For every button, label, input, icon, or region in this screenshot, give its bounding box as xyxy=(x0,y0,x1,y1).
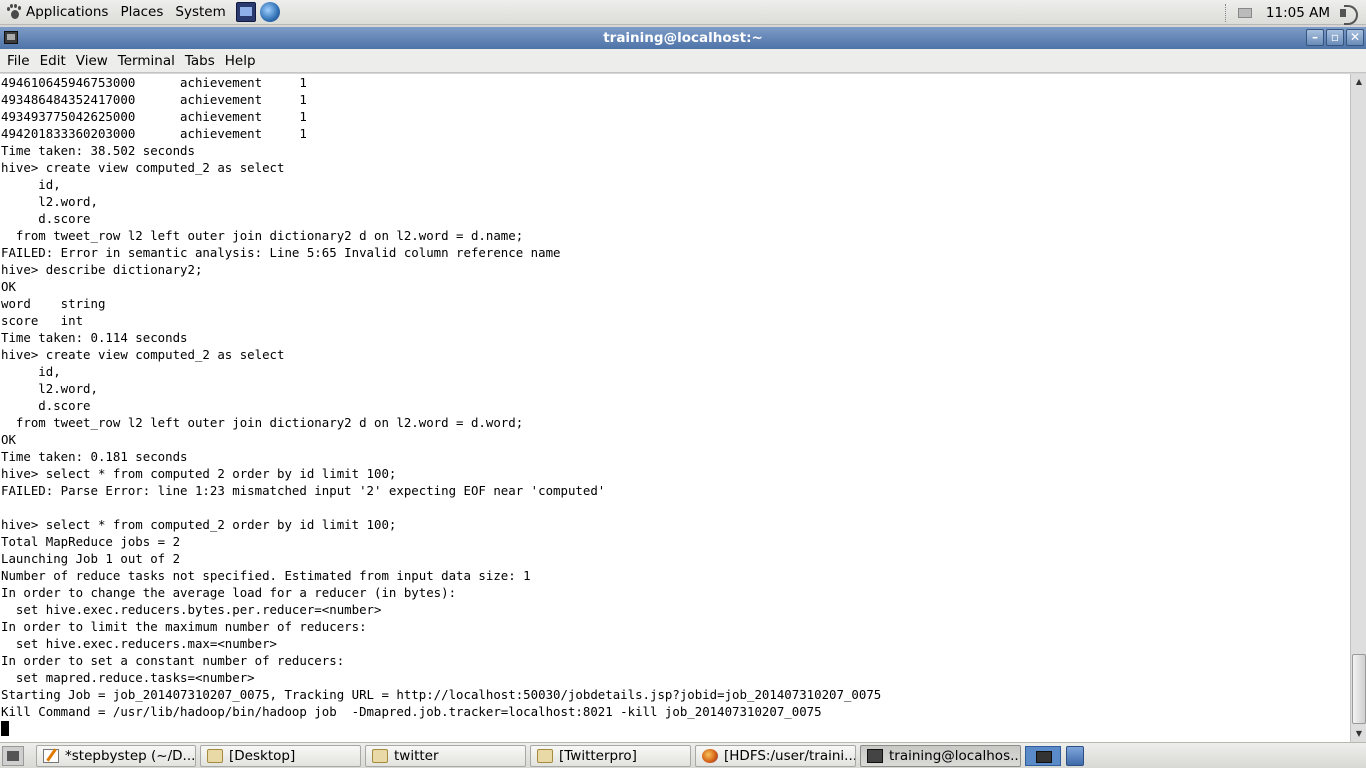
scroll-down-arrow-icon[interactable]: ▼ xyxy=(1352,727,1366,741)
terminal-line: In order to change the average load for … xyxy=(1,585,457,600)
folder-icon xyxy=(207,749,223,763)
terminal-line: Time taken: 38.502 seconds xyxy=(1,143,195,158)
scrollbar-thumb[interactable] xyxy=(1352,654,1366,724)
task-desktop[interactable]: [Desktop] xyxy=(200,745,361,767)
terminal-line: hive> select * from computed 2 order by … xyxy=(1,466,397,481)
task-label: training@localhos... xyxy=(889,748,1021,764)
system-tray: 11:05 AM xyxy=(1221,0,1366,25)
web-browser-launcher-icon[interactable] xyxy=(259,2,280,22)
menu-edit[interactable]: Edit xyxy=(35,53,71,69)
terminal-line: set hive.exec.reducers.max=<number> xyxy=(1,636,278,651)
menu-file[interactable]: File xyxy=(2,53,35,69)
scroll-up-arrow-icon[interactable]: ▲ xyxy=(1352,75,1366,89)
firefox-icon xyxy=(702,749,718,763)
task-twitterpro[interactable]: [Twitterpro] xyxy=(530,745,691,767)
task-label: [Twitterpro] xyxy=(559,748,637,764)
terminal-line: 494201833360203000 achievement 1 xyxy=(1,126,307,141)
network-icon[interactable] xyxy=(1237,7,1252,18)
volume-icon[interactable] xyxy=(1338,4,1360,25)
terminal-line: 493493775042625000 achievement 1 xyxy=(1,109,307,124)
menu-view[interactable]: View xyxy=(71,53,113,69)
terminal-cursor-line xyxy=(0,720,1350,737)
vertical-scrollbar[interactable]: ▲ ▼ xyxy=(1350,74,1366,742)
clock[interactable]: 11:05 AM xyxy=(1266,5,1330,21)
menubar: File Edit View Terminal Tabs Help xyxy=(0,49,1366,73)
terminal-line: In order to set a constant number of red… xyxy=(1,653,345,668)
menu-help[interactable]: Help xyxy=(220,53,261,69)
terminal-line: hive> describe dictionary2; xyxy=(1,262,203,277)
system-menu[interactable]: System xyxy=(169,0,231,25)
applications-menu-label: Applications xyxy=(26,4,109,20)
terminal-line: 493486484352417000 achievement 1 xyxy=(1,92,307,107)
folder-icon xyxy=(372,749,388,763)
terminal-line: hive> create view computed_2 as select xyxy=(1,347,285,362)
task-stepbystep[interactable]: *stepbystep (~/D... xyxy=(36,745,196,767)
terminal-line: from tweet_row l2 left outer join dictio… xyxy=(1,228,524,243)
terminal-line: score int xyxy=(1,313,84,328)
terminal-line: d.score xyxy=(1,211,91,226)
window-titlebar[interactable]: training@localhost:~ – ▫ ✕ xyxy=(0,27,1366,49)
terminal-line: Launching Job 1 out of 2 xyxy=(1,551,181,566)
task-label: [Desktop] xyxy=(229,748,296,764)
terminal-icon xyxy=(867,749,883,763)
terminal-line: word string xyxy=(1,296,106,311)
terminal-line: Time taken: 0.114 seconds xyxy=(1,330,188,345)
terminal-line: OK xyxy=(1,432,16,447)
system-menu-label: System xyxy=(175,4,226,20)
tray-separator xyxy=(1224,3,1226,22)
terminal-line: l2.word, xyxy=(1,194,98,209)
close-button[interactable]: ✕ xyxy=(1346,29,1364,46)
terminal-line: l2.word, xyxy=(1,381,98,396)
terminal-line: id, xyxy=(1,177,61,192)
gnome-foot-icon xyxy=(6,4,22,20)
text-editor-icon xyxy=(43,749,59,763)
terminal-line: hive> select * from computed_2 order by … xyxy=(1,517,397,532)
folder-icon xyxy=(537,749,553,763)
terminal-launcher-icon[interactable] xyxy=(235,2,256,22)
task-twitter[interactable]: twitter xyxy=(365,745,526,767)
terminal-line: id, xyxy=(1,364,61,379)
places-menu[interactable]: Places xyxy=(114,0,169,25)
workspace-switcher[interactable] xyxy=(1025,746,1061,766)
show-desktop-icon[interactable] xyxy=(2,745,24,766)
task-label: [HDFS:/user/traini... xyxy=(724,748,856,764)
terminal-line: Kill Command = /usr/lib/hadoop/bin/hadoo… xyxy=(1,704,822,719)
terminal-line: FAILED: Parse Error: line 1:23 mismatche… xyxy=(1,483,606,498)
places-menu-label: Places xyxy=(120,4,164,20)
terminal-line: Total MapReduce jobs = 2 xyxy=(1,534,181,549)
terminal-line: set mapred.reduce.tasks=<number> xyxy=(1,670,255,685)
terminal-line: set hive.exec.reducers.bytes.per.reducer… xyxy=(1,602,382,617)
task-terminal[interactable]: training@localhos... xyxy=(860,745,1021,767)
menu-tabs[interactable]: Tabs xyxy=(180,53,220,69)
applications-menu[interactable]: Applications xyxy=(0,0,114,25)
terminal-line: Starting Job = job_201407310207_0075, Tr… xyxy=(1,687,882,702)
terminal-line: Number of reduce tasks not specified. Es… xyxy=(1,568,531,583)
terminal-line: from tweet_row l2 left outer join dictio… xyxy=(1,415,524,430)
terminal-line: OK xyxy=(1,279,16,294)
terminal-output[interactable]: 494610645946753000 achievement 1 4934864… xyxy=(0,74,1350,742)
terminal-line: FAILED: Error in semantic analysis: Line… xyxy=(1,245,561,260)
terminal-line: 494610645946753000 achievement 1 xyxy=(1,75,307,90)
minimize-button[interactable]: – xyxy=(1306,29,1324,46)
task-hdfs-browser[interactable]: [HDFS:/user/traini... xyxy=(695,745,856,767)
trash-icon[interactable] xyxy=(1066,746,1084,766)
task-label: twitter xyxy=(394,748,439,764)
menu-terminal[interactable]: Terminal xyxy=(113,53,180,69)
window-title: training@localhost:~ xyxy=(603,30,763,46)
window-menu-icon[interactable] xyxy=(4,31,18,44)
terminal-line: hive> create view computed_2 as select xyxy=(1,160,285,175)
terminal-line: Time taken: 0.181 seconds xyxy=(1,449,188,464)
maximize-button[interactable]: ▫ xyxy=(1326,29,1344,46)
terminal-cursor xyxy=(1,721,9,736)
top-panel: Applications Places System 11:05 AM xyxy=(0,0,1366,25)
terminal-line: d.score xyxy=(1,398,91,413)
task-label: *stepbystep (~/D... xyxy=(65,748,196,764)
terminal-line: In order to limit the maximum number of … xyxy=(1,619,367,634)
bottom-taskbar: *stepbystep (~/D... [Desktop] twitter [T… xyxy=(0,742,1366,768)
